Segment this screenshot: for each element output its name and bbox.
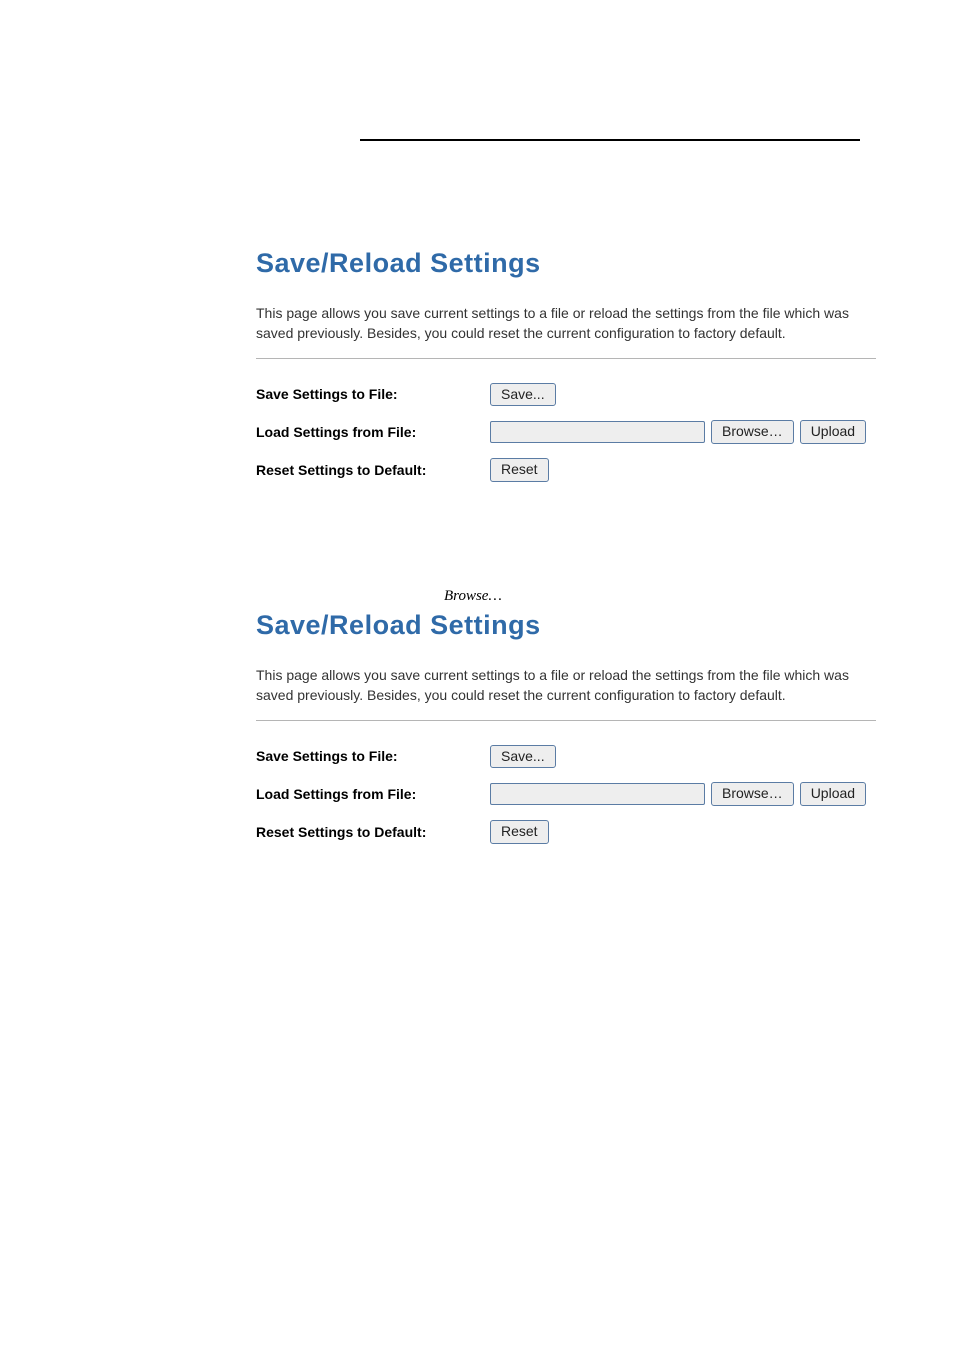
upload-button[interactable]: Upload (800, 782, 866, 806)
load-settings-row: Load Settings from File: Browse… Upload (256, 420, 876, 444)
settings-panel-2: Save/Reload Settings This page allows yo… (256, 610, 876, 858)
save-button[interactable]: Save... (490, 745, 556, 769)
load-settings-row: Load Settings from File: Browse… Upload (256, 782, 876, 806)
mid-browse-text: Browse… (444, 588, 502, 605)
load-settings-label: Load Settings from File: (256, 424, 490, 440)
save-settings-label: Save Settings to File: (256, 748, 490, 764)
reset-settings-row: Reset Settings to Default: Reset (256, 458, 876, 482)
settings-panel-1: Save/Reload Settings This page allows yo… (256, 248, 876, 496)
divider (256, 358, 876, 359)
load-settings-label: Load Settings from File: (256, 786, 490, 802)
save-settings-label: Save Settings to File: (256, 386, 490, 402)
divider (256, 720, 876, 721)
reset-settings-label: Reset Settings to Default: (256, 824, 490, 840)
file-path-input[interactable] (490, 783, 705, 805)
browse-button[interactable]: Browse… (711, 420, 794, 444)
save-settings-row: Save Settings to File: Save... (256, 383, 876, 407)
reset-settings-row: Reset Settings to Default: Reset (256, 820, 876, 844)
save-button[interactable]: Save... (490, 383, 556, 407)
page-description: This page allows you save current settin… (256, 303, 876, 344)
top-divider (360, 139, 860, 141)
page-title: Save/Reload Settings (256, 248, 876, 279)
upload-button[interactable]: Upload (800, 420, 866, 444)
file-path-input[interactable] (490, 421, 705, 443)
reset-button[interactable]: Reset (490, 820, 549, 844)
reset-settings-label: Reset Settings to Default: (256, 462, 490, 478)
browse-button[interactable]: Browse… (711, 782, 794, 806)
reset-button[interactable]: Reset (490, 458, 549, 482)
page-description: This page allows you save current settin… (256, 665, 876, 706)
save-settings-row: Save Settings to File: Save... (256, 745, 876, 769)
page-title: Save/Reload Settings (256, 610, 876, 641)
